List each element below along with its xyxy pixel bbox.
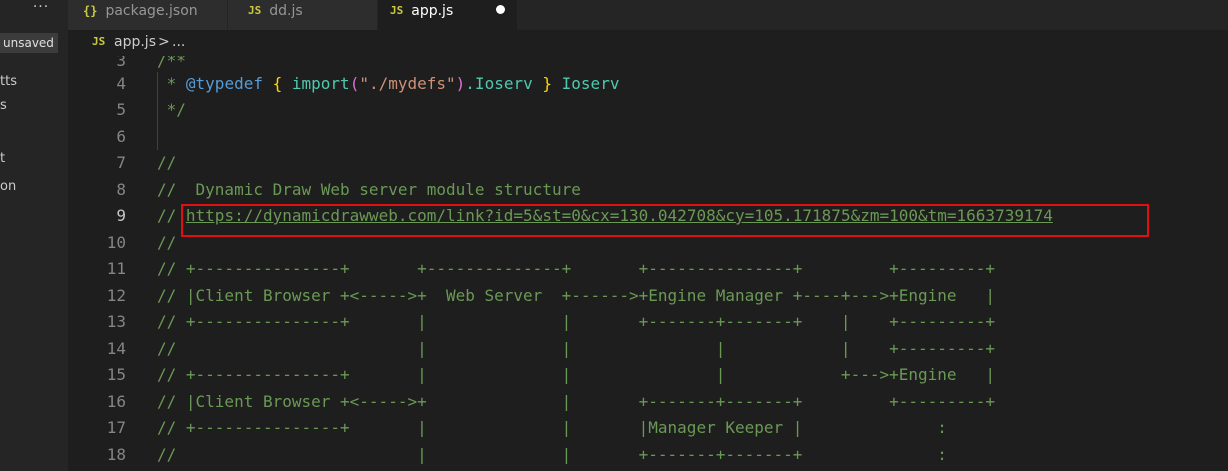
line-number: 18 [106, 445, 126, 464]
line-number: 14 [106, 339, 126, 358]
line-text: // [157, 153, 177, 172]
tab-label: package.json [105, 3, 198, 19]
typedef-line: * @typedef { import("./mydefs").Ioserv }… [157, 74, 620, 93]
line-number: 16 [106, 392, 126, 411]
line-text: // +---------------+ | | |Manager Keeper… [157, 418, 947, 437]
json-file-icon: {} [83, 4, 98, 18]
sidebar-item-fragment[interactable]: s [0, 98, 7, 113]
tab-package-json[interactable]: {} package.json [68, 0, 228, 30]
code-line: 17 // +---------------+ | | |Manager Kee… [68, 415, 1228, 441]
code-line: 6 [68, 124, 1228, 150]
sidebar-item-fragment[interactable]: on [0, 179, 16, 194]
js-file-icon: JS [92, 35, 106, 48]
code-line: 7 // [68, 150, 1228, 176]
line-text: // |Client Browser +<----->+ | +-------+… [157, 392, 996, 411]
unsaved-badge: unsaved [0, 33, 58, 53]
line-text: */ [157, 100, 186, 119]
line-number: 5 [116, 100, 126, 119]
breadcrumb: JS app.js > ... [68, 30, 1228, 56]
code-editor[interactable]: 3 /** 4 * @typedef { import("./mydefs").… [68, 56, 1228, 471]
tab-dd-js[interactable]: JS dd.js [228, 0, 378, 30]
code-line: 15 // +---------------+ | | | +--->+Engi… [68, 362, 1228, 388]
code-line: 13 // +---------------+ | | +-------+---… [68, 309, 1228, 335]
line-text: // Dynamic Draw Web server module struct… [157, 180, 581, 199]
code-line: 5 */ [68, 97, 1228, 123]
sidebar-item-fragment[interactable]: tts [0, 74, 17, 89]
line-number: 11 [106, 259, 126, 278]
code-line: 4 * @typedef { import("./mydefs").Ioserv… [68, 71, 1228, 97]
tab-app-js[interactable]: JS app.js [378, 0, 518, 30]
sidebar-header: ··· [0, 0, 68, 30]
breadcrumb-file[interactable]: app.js [114, 30, 156, 54]
line-text: // | | +-------+-------+ : [157, 445, 947, 464]
line-number: 12 [106, 286, 126, 305]
line-number: 8 [116, 180, 126, 199]
chevron-right-icon: > [158, 34, 170, 50]
line-text: // +---------------+ +--------------+ +-… [157, 259, 996, 278]
tab-label: app.js [411, 3, 454, 19]
line-number: 10 [106, 233, 126, 252]
tab-label: dd.js [269, 3, 303, 19]
url-highlight-box [181, 204, 1149, 237]
code-line: 14 // | | | | +---------+ [68, 336, 1228, 362]
line-number: 13 [106, 312, 126, 331]
code-line: 18 // | | +-------+-------+ : [68, 442, 1228, 468]
line-number: 4 [116, 74, 126, 93]
line-number: 17 [106, 418, 126, 437]
code-line: 11 // +---------------+ +--------------+… [68, 256, 1228, 282]
editor-tab-bar: {} package.json JS dd.js JS app.js [68, 0, 1228, 30]
code-line: 12 // |Client Browser +<----->+ Web Serv… [68, 283, 1228, 309]
line-text: // | | | | +---------+ [157, 339, 996, 358]
js-file-icon: JS [248, 4, 262, 17]
code-line: 8 // Dynamic Draw Web server module stru… [68, 177, 1228, 203]
code-line: 16 // |Client Browser +<----->+ | +-----… [68, 389, 1228, 415]
line-number: 15 [106, 365, 126, 384]
line-text: // +---------------+ | | | +--->+Engine … [157, 365, 996, 384]
more-actions-button[interactable]: ··· [30, 0, 52, 20]
line-number: 7 [116, 153, 126, 172]
line-text: // [157, 233, 177, 252]
line-text: // +---------------+ | | +-------+------… [157, 312, 996, 331]
unsaved-dot-icon[interactable] [496, 5, 505, 14]
line-number: 9 [116, 206, 126, 225]
line-text: // |Client Browser +<----->+ Web Server … [157, 286, 996, 305]
line-number: 6 [116, 127, 126, 146]
sidebar-item-fragment[interactable]: t [0, 151, 5, 166]
breadcrumb-symbols[interactable]: ... [172, 30, 185, 54]
explorer-sidebar: ··· unsaved tts s t on [0, 0, 68, 471]
js-file-icon: JS [390, 4, 404, 17]
